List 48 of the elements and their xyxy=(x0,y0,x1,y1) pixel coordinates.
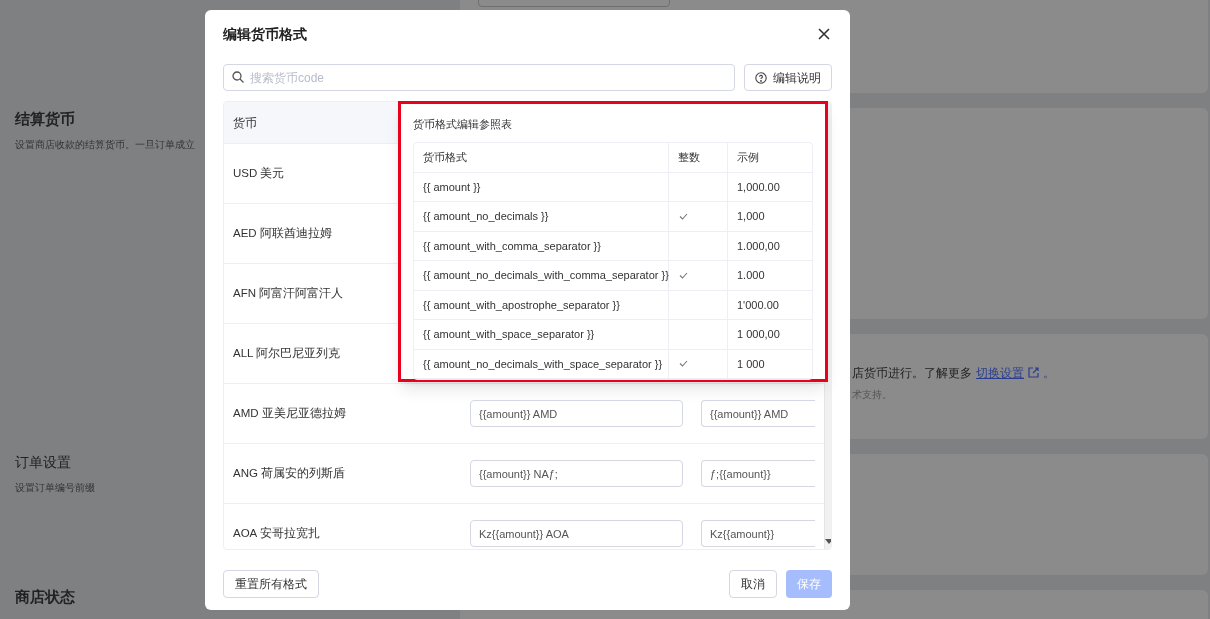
help-icon xyxy=(755,71,767,84)
search-icon xyxy=(232,71,244,83)
table-cell-text: 1,000 xyxy=(737,209,765,224)
currency-name: ALL 阿尔巴尼亚列克 xyxy=(233,345,342,361)
currency-name: ANG 荷属安的列斯盾 xyxy=(233,465,347,481)
table-cell-text: {{ amount_with_apostrophe_separator }} xyxy=(423,297,620,313)
table-cell-text: 1.000,00 xyxy=(737,238,780,254)
notice-text: 店货币进行。了解更多 xyxy=(852,364,972,382)
column-header: 整数 xyxy=(678,149,700,165)
search-field[interactable]: 搜索货币code xyxy=(223,64,735,91)
column-header: 示例 xyxy=(737,149,759,165)
popover-title: 货币格式编辑参照表 xyxy=(413,117,513,132)
section-title: 订单设置 xyxy=(15,453,71,472)
table-cell-text: 1 000 xyxy=(737,356,765,372)
format-input[interactable]: ƒ;{{amount}} xyxy=(701,460,815,487)
format-input[interactable]: {{amount}} AMD xyxy=(470,400,683,427)
table-cell-text: {{ amount_no_decimals_with_comma_separator }} xyxy=(423,268,669,283)
table-cell-text: {{ amount_with_space_separator }} xyxy=(423,327,595,342)
table-cell-text: 1 000,00 xyxy=(737,327,780,342)
table-cell-text: 1'000.00 xyxy=(737,297,779,313)
section-title: 商店状态 xyxy=(15,587,75,607)
format-input[interactable]: Kz{{amount}} AOA xyxy=(470,520,683,547)
currency-name: AFN 阿富汗阿富汗人 xyxy=(233,285,345,301)
format-input[interactable]: {{amount}} AMD xyxy=(701,400,815,427)
column-header: 货币 xyxy=(233,114,257,132)
dialog-title: 编辑货币格式 xyxy=(223,24,307,44)
format-input[interactable]: {{amount}} NAƒ; xyxy=(470,460,683,487)
table-cell-text: 1.000 xyxy=(737,268,765,283)
reset-formats-button[interactable]: 重置所有格式 xyxy=(223,570,319,598)
table-cell-text: {{ amount_no_decimals_with_space_separator }} xyxy=(423,356,663,372)
help-button[interactable]: 编辑说明 xyxy=(744,64,832,91)
format-input[interactable]: Kz{{amount}} xyxy=(701,520,815,547)
section-title: 结算货币 xyxy=(15,109,75,129)
table-cell-text: {{ amount_with_comma_separator }} xyxy=(423,238,601,254)
scroll-down-arrow-icon xyxy=(825,539,831,544)
section-description: 设置订单编号前缀 xyxy=(15,481,95,495)
column-header: 货币格式 xyxy=(423,149,467,165)
cancel-button[interactable]: 取消 xyxy=(729,570,777,598)
close-button[interactable] xyxy=(816,26,832,42)
table-cell-text: {{ amount }} xyxy=(423,179,481,195)
external-link-icon xyxy=(1028,367,1039,379)
table-cell-text: 1,000.00 xyxy=(737,179,780,195)
table-cell-text: {{ amount_no_decimals }} xyxy=(423,209,549,224)
currency-name: USD 美元 xyxy=(233,165,286,181)
currency-name: AMD 亚美尼亚德拉姆 xyxy=(233,405,347,421)
currency-name: AED 阿联酋迪拉姆 xyxy=(233,225,333,241)
notice-suffix: 。 xyxy=(1043,364,1055,382)
currency-name: AOA 安哥拉宽扎 xyxy=(233,525,321,541)
